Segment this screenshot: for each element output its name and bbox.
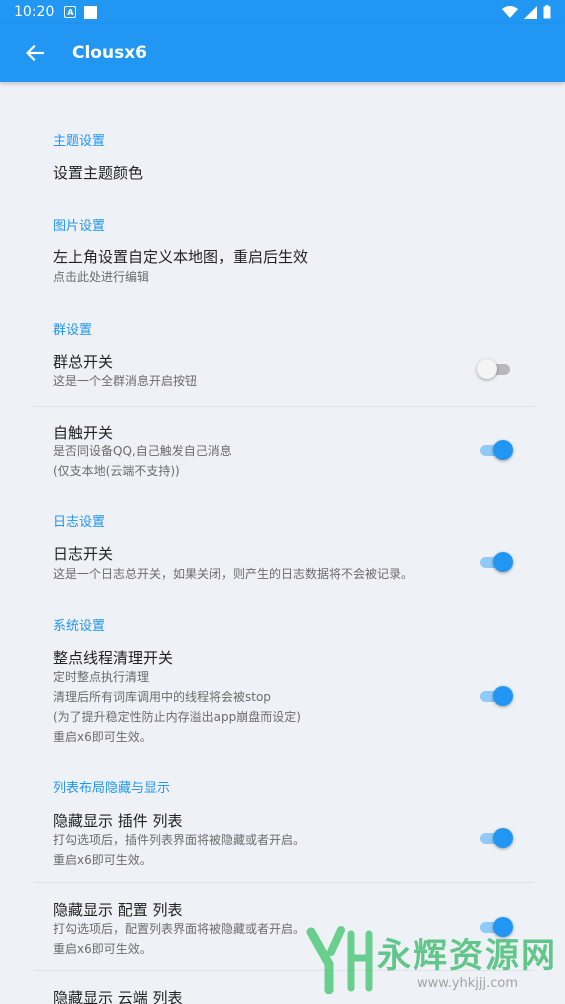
notification-a-icon: A	[64, 6, 77, 18]
switch-thumb	[493, 440, 513, 460]
arrow-back-icon	[26, 45, 44, 61]
hide-plugin-toggle-switch[interactable]	[477, 827, 513, 849]
setting-subtitle: 点击此处进行编辑	[53, 270, 150, 284]
page-title: Clousx6	[72, 43, 147, 63]
switch-thumb	[493, 552, 513, 572]
watermark-url: www.yhkjjj.com	[417, 976, 519, 991]
switch-thumb	[493, 828, 513, 848]
setting-subtitle: 清理后所有词库调用中的线程将会被stop	[53, 690, 271, 704]
setting-log-switch[interactable]: 日志开关 这是一个日志总开关，如果关闭，则产生的日志数据将不会被记录。	[0, 537, 565, 587]
setting-subtitle: 这是一个全群消息开启按钮	[53, 374, 198, 388]
setting-title: 自触开关	[53, 424, 114, 442]
watermark-logo-icon	[306, 926, 373, 994]
divider	[33, 406, 535, 407]
section-theme: 主题设置	[53, 134, 106, 149]
setting-subtitle: (仅支本地(云端不支持))	[53, 464, 180, 478]
app-bar: Clousx6	[0, 24, 565, 82]
divider	[33, 882, 535, 883]
back-button[interactable]	[20, 38, 50, 68]
setting-title: 左上角设置自定义本地图，重启后生效	[53, 248, 309, 266]
switch-thumb	[493, 686, 513, 706]
setting-map-image[interactable]: 左上角设置自定义本地图，重启后生效 点击此处进行编辑	[0, 240, 565, 290]
status-bar: 10:20 A	[0, 0, 565, 24]
section-image: 图片设置	[53, 219, 106, 234]
setting-title: 群总开关	[53, 353, 114, 371]
thread-clean-toggle-switch[interactable]	[477, 685, 513, 707]
setting-subtitle: 重启x6即可生效。	[53, 730, 152, 744]
setting-title: 隐藏显示 云端 列表	[53, 989, 183, 1004]
setting-thread-clean[interactable]: 整点线程清理开关 定时整点执行清理 清理后所有词库调用中的线程将会被stop (…	[0, 641, 565, 751]
setting-subtitle: 定时整点执行清理	[53, 670, 150, 684]
group-toggle-switch[interactable]	[477, 358, 513, 380]
setting-hide-plugin[interactable]: 隐藏显示 插件 列表 打勾选项后，插件列表界面将被隐藏或者开启。 重启x6即可生…	[0, 803, 565, 871]
setting-subtitle: 重启x6即可生效。	[53, 853, 152, 867]
setting-theme-color[interactable]: 设置主题颜色	[0, 156, 565, 196]
setting-subtitle: 是否同设备QQ,自己触发自己消息	[53, 444, 232, 458]
setting-title: 设置主题颜色	[53, 164, 144, 182]
self-trigger-toggle-switch[interactable]	[477, 439, 513, 461]
section-layout: 列表布局隐藏与显示	[53, 781, 171, 796]
setting-self-trigger[interactable]: 自触开关 是否同设备QQ,自己触发自己消息 (仅支本地(云端不支持))	[0, 418, 565, 480]
signal-icon	[524, 5, 537, 19]
setting-title: 整点线程清理开关	[53, 649, 174, 667]
setting-subtitle: 重启x6即可生效。	[53, 942, 152, 956]
notification-square-icon	[84, 5, 98, 19]
watermark-text: 永辉资源网	[377, 936, 557, 976]
log-toggle-switch[interactable]	[477, 551, 513, 573]
wifi-icon	[502, 5, 518, 18]
status-time: 10:20	[14, 4, 55, 20]
section-system: 系统设置	[53, 619, 106, 634]
watermark: 永辉资源网 www.yhkjjj.com	[305, 924, 555, 998]
setting-subtitle: 这是一个日志总开关，如果关闭，则产生的日志数据将不会被记录。	[53, 567, 414, 581]
setting-subtitle: 打勾选项后，配置列表界面将被隐藏或者开启。	[53, 922, 306, 936]
setting-title: 隐藏显示 配置 列表	[53, 901, 183, 919]
section-log: 日志设置	[53, 515, 106, 530]
setting-group-switch[interactable]: 群总开关 这是一个全群消息开启按钮	[0, 344, 565, 394]
battery-icon	[543, 5, 551, 19]
section-group: 群设置	[53, 323, 93, 338]
setting-title: 隐藏显示 插件 列表	[53, 812, 183, 830]
setting-subtitle: (为了提升稳定性防止内存溢出app崩盘而设定)	[53, 710, 301, 724]
setting-title: 日志开关	[53, 545, 114, 563]
setting-subtitle: 打勾选项后，插件列表界面将被隐藏或者开启。	[53, 833, 306, 847]
switch-thumb	[477, 359, 497, 379]
